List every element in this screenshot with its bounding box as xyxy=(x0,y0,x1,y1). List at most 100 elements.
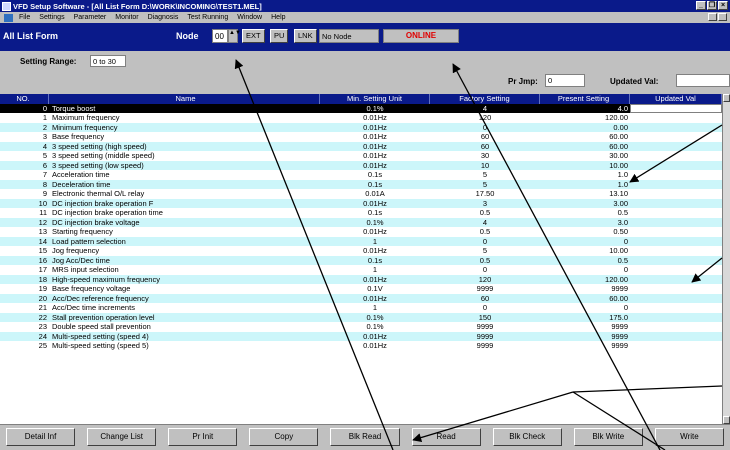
table-row[interactable]: 9 Electronic thermal O/L relay 0.01A 17.50 1… xyxy=(0,189,722,199)
row-present-setting: 60.00 xyxy=(609,141,628,151)
detail-info-button[interactable]: Detail Inf xyxy=(6,428,76,446)
write-button[interactable]: Write xyxy=(654,428,724,446)
row-name: Load pattern selection xyxy=(52,236,126,246)
copy-button[interactable]: Copy xyxy=(249,428,319,446)
row-updated-value[interactable] xyxy=(630,208,722,218)
col-header-updated[interactable]: Updated Val xyxy=(630,94,722,104)
scroll-down-icon[interactable] xyxy=(723,416,730,424)
block-check-button[interactable]: Blk Check xyxy=(492,428,562,446)
col-header-factory[interactable]: Factory Setting xyxy=(430,94,540,104)
row-updated-value[interactable] xyxy=(630,103,722,113)
row-updated-value[interactable] xyxy=(630,256,722,266)
row-updated-value[interactable] xyxy=(630,113,722,123)
table-row[interactable]: 16 Jog Acc/Dec time 0.1s 0.5 0.5 xyxy=(0,255,722,266)
row-updated-value[interactable] xyxy=(630,265,722,275)
row-updated-value[interactable] xyxy=(630,313,722,323)
row-updated-value[interactable] xyxy=(630,161,722,171)
table-row[interactable]: 1 Maximum frequency 0.01Hz 120 120.00 xyxy=(0,113,722,123)
document-minimize-icon[interactable] xyxy=(708,13,717,21)
pr-init-button[interactable]: Pr Init xyxy=(168,428,238,446)
node-spinner-icon[interactable]: ▲▼ xyxy=(228,29,241,43)
row-updated-value[interactable] xyxy=(630,332,722,342)
row-updated-value[interactable] xyxy=(630,284,722,294)
menu-settings[interactable]: Settings xyxy=(39,14,64,21)
row-updated-value[interactable] xyxy=(630,322,722,332)
table-row[interactable]: 11 DC injection brake operation time 0.1s 0… xyxy=(0,208,722,218)
table-row[interactable]: 4 3 speed setting (high speed) 0.01Hz 60 60.… xyxy=(0,141,722,152)
read-button[interactable]: Read xyxy=(411,428,481,446)
table-row[interactable]: 23 Double speed stall prevention 0.1% 9999 9… xyxy=(0,322,722,332)
ext-button[interactable]: EXT xyxy=(242,29,265,43)
row-updated-value[interactable] xyxy=(630,170,722,180)
row-name: Minimum frequency xyxy=(52,122,118,132)
close-icon[interactable]: × xyxy=(718,1,728,10)
row-updated-value[interactable] xyxy=(630,303,722,313)
table-row[interactable]: 22 Stall prevention operation level 0.1% 15… xyxy=(0,312,722,323)
table-row[interactable]: 25 Multi-speed setting (speed 5) 0.01Hz 999… xyxy=(0,341,722,351)
lnk-button[interactable]: LNK xyxy=(294,29,317,43)
scroll-up-icon[interactable] xyxy=(723,94,730,102)
document-icon[interactable] xyxy=(4,13,13,22)
table-row[interactable]: 8 Deceleration time 0.1s 5 1.0 xyxy=(0,179,722,190)
row-updated-value[interactable] xyxy=(630,199,722,209)
row-updated-value[interactable] xyxy=(630,123,722,133)
col-header-min-unit[interactable]: Min. Setting Unit xyxy=(320,94,430,104)
row-updated-value[interactable] xyxy=(630,275,722,285)
minimize-icon[interactable]: _ xyxy=(696,1,706,10)
row-number: 21 xyxy=(38,303,47,312)
menu-test-running[interactable]: Test Running xyxy=(187,14,228,21)
table-row[interactable]: 15 Jog frequency 0.01Hz 5 10.00 xyxy=(0,246,722,256)
table-row[interactable]: 2 Minimum frequency 0.01Hz 0 0.00 xyxy=(0,122,722,133)
row-updated-value[interactable] xyxy=(630,246,722,256)
table-row[interactable]: 17 MRS input selection 1 0 0 xyxy=(0,265,722,275)
pr-jump-input[interactable]: 0 xyxy=(545,74,585,87)
col-header-present[interactable]: Present Setting xyxy=(540,94,630,104)
restore-icon[interactable]: ❐ xyxy=(707,1,717,10)
table-row-selected[interactable]: 0 Torque boost 0.1% 4 4.0 xyxy=(0,103,722,113)
table-row[interactable]: 7 Acceleration time 0.1s 5 1.0 xyxy=(0,170,722,180)
table-row[interactable]: 18 High-speed maximum frequency 0.01Hz 120 1… xyxy=(0,274,722,285)
table-row[interactable]: 12 DC injection brake voltage 0.1% 4 3.0 xyxy=(0,217,722,228)
row-updated-value[interactable] xyxy=(630,237,722,247)
table-row[interactable]: 14 Load pattern selection 1 0 0 xyxy=(0,236,722,247)
menu-file[interactable]: File xyxy=(19,14,30,21)
window-title-bar[interactable]: VFD Setup Software - [All List Form D:\W… xyxy=(0,0,730,12)
table-row[interactable]: 21 Acc/Dec time increments 1 0 0 xyxy=(0,303,722,313)
table-row[interactable]: 5 3 speed setting (middle speed) 0.01Hz 30 3… xyxy=(0,151,722,161)
row-updated-value[interactable] xyxy=(630,180,722,190)
table-row[interactable]: 24 Multi-speed setting (speed 4) 0.01Hz 999… xyxy=(0,331,722,342)
menu-parameter[interactable]: Parameter xyxy=(74,14,107,21)
table-row[interactable]: 6 3 speed setting (low speed) 0.01Hz 10 10.0… xyxy=(0,160,722,171)
block-read-button[interactable]: Blk Read xyxy=(330,428,400,446)
row-factory-setting: 9999 xyxy=(476,284,494,293)
row-factory-setting: 5 xyxy=(482,170,488,179)
row-updated-value[interactable] xyxy=(630,341,722,351)
parameter-table[interactable]: NO. Name Min. Setting Unit Factory Setti… xyxy=(0,94,722,424)
menu-help[interactable]: Help xyxy=(271,14,285,21)
pu-button[interactable]: PU xyxy=(270,29,289,43)
col-header-name[interactable]: Name xyxy=(50,94,320,104)
node-input[interactable]: 00 xyxy=(212,29,228,43)
table-row[interactable]: 13 Starting frequency 0.01Hz 0.5 0.50 xyxy=(0,227,722,237)
row-updated-value[interactable] xyxy=(630,294,722,304)
table-row[interactable]: 19 Base frequency voltage 0.1V 9999 9999 xyxy=(0,284,722,294)
menu-diagnosis[interactable]: Diagnosis xyxy=(148,14,179,21)
row-updated-value[interactable] xyxy=(630,227,722,237)
row-updated-value[interactable] xyxy=(630,189,722,199)
menu-monitor[interactable]: Monitor xyxy=(115,14,138,21)
table-row[interactable]: 10 DC injection brake operation F 0.01Hz 3 3… xyxy=(0,198,722,209)
updated-value-input[interactable] xyxy=(676,74,730,87)
row-updated-value[interactable] xyxy=(630,142,722,152)
table-scrollbar[interactable] xyxy=(722,94,730,424)
row-updated-value[interactable] xyxy=(630,132,722,142)
col-header-no[interactable]: NO. xyxy=(0,94,49,104)
table-row[interactable]: 3 Base frequency 0.01Hz 60 60.00 xyxy=(0,132,722,142)
row-updated-value[interactable] xyxy=(630,151,722,161)
change-list-button[interactable]: Change List xyxy=(87,428,157,446)
block-write-button[interactable]: Blk Write xyxy=(573,428,643,446)
document-restore-icon[interactable] xyxy=(718,13,727,21)
table-row[interactable]: 20 Acc/Dec reference frequency 0.01Hz 60 60.… xyxy=(0,293,722,304)
row-number: 17 xyxy=(38,265,47,274)
menu-window[interactable]: Window xyxy=(237,14,262,21)
row-updated-value[interactable] xyxy=(630,218,722,228)
